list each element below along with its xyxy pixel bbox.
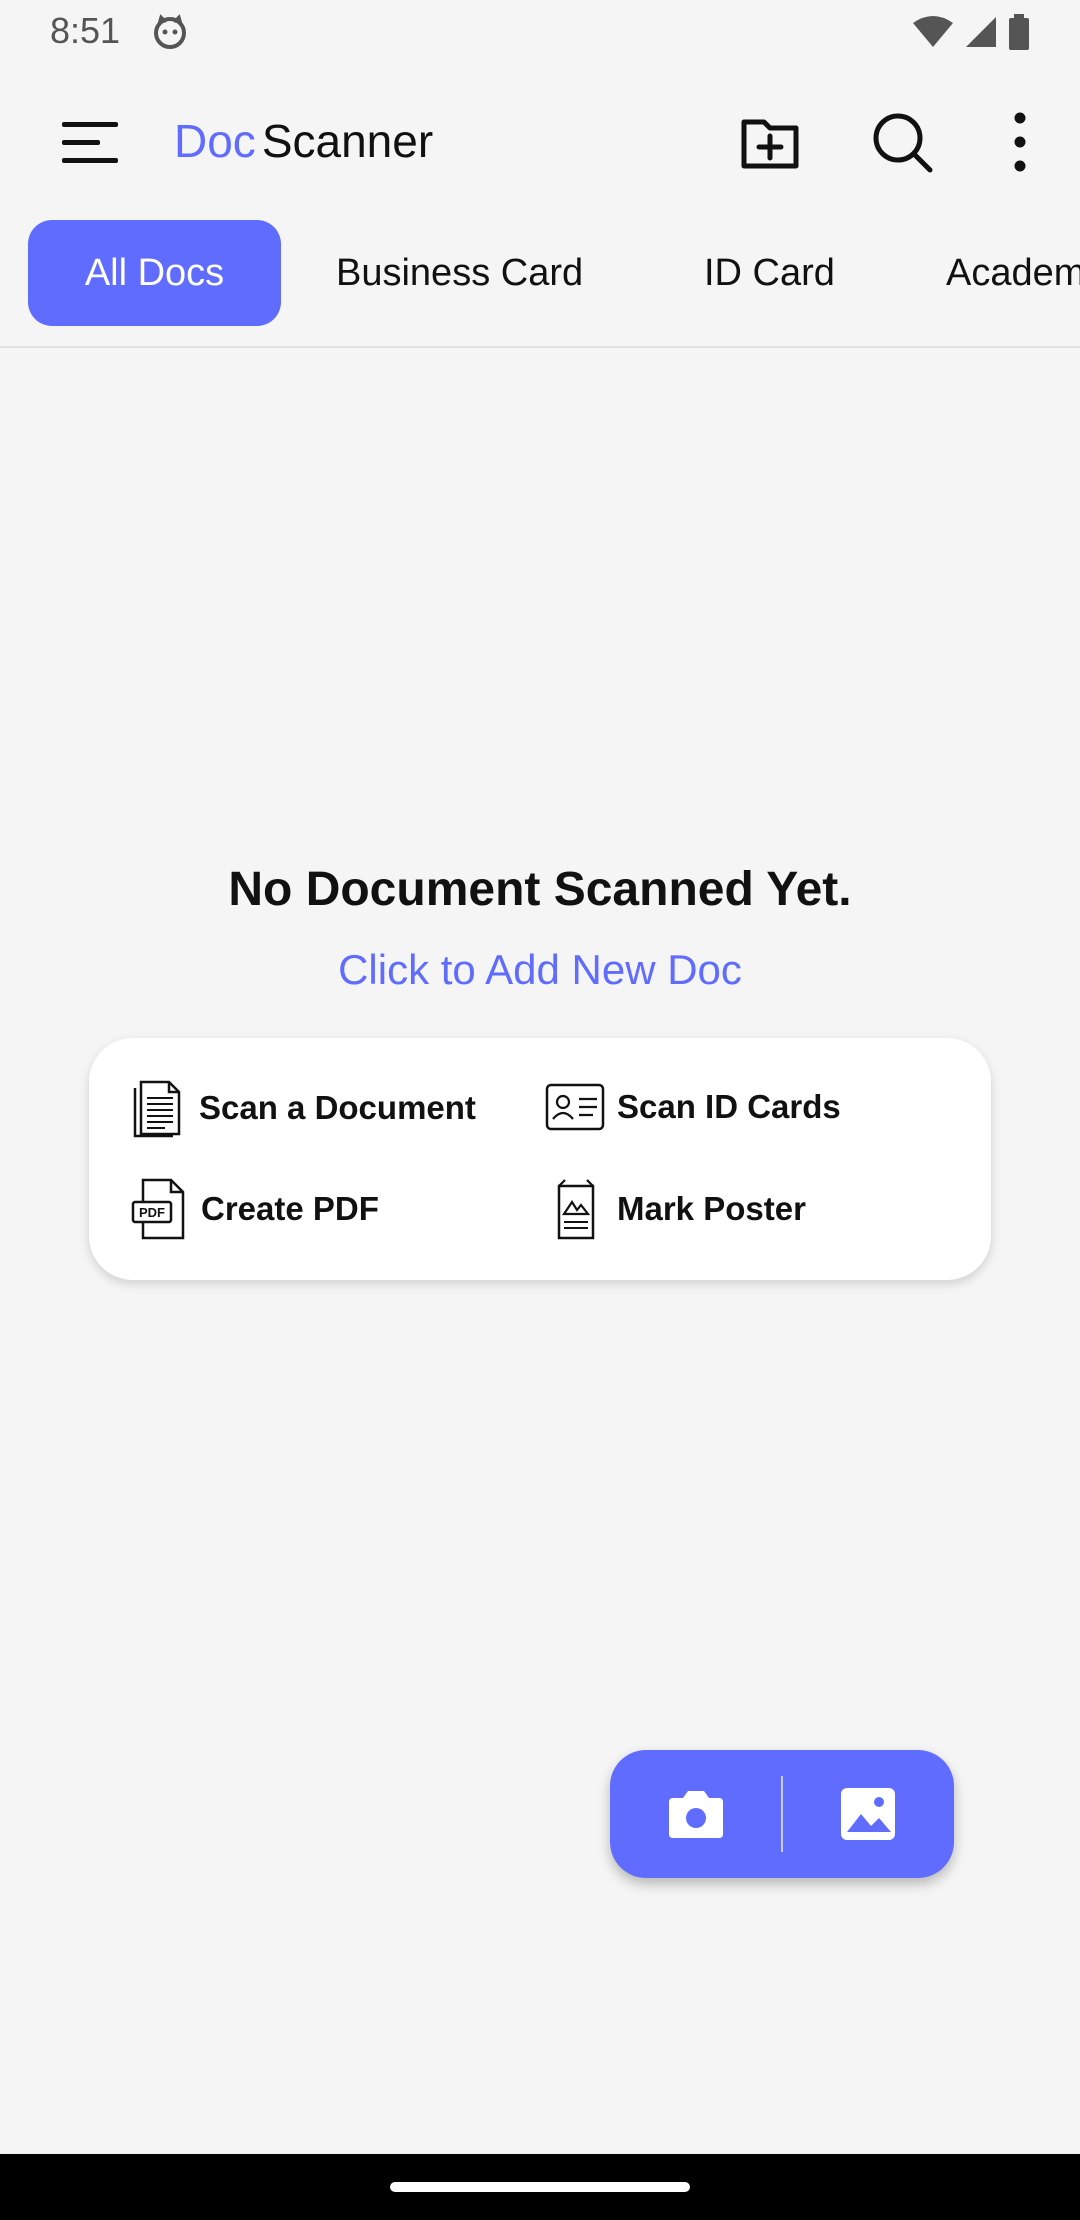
id-card-icon [545,1083,605,1131]
create-pdf-button[interactable]: PDF Create PDF [131,1178,379,1240]
notification-cat-icon [154,14,186,49]
scan-id-cards-button[interactable]: Scan ID Cards [545,1083,841,1131]
pdf-icon-text: PDF [139,1205,165,1220]
scan-document-label: Scan a Document [199,1089,476,1126]
search-icon[interactable] [866,106,938,178]
poster-icon [557,1179,595,1240]
app-title-scanner: Scanner [261,115,434,167]
pdf-icon: PDF [131,1178,185,1240]
status-icons [912,14,1030,50]
tab-id-card[interactable]: ID Card [704,220,835,326]
empty-state-title: No Document Scanned Yet. [228,863,852,916]
capture-fab [610,1750,954,1878]
navigation-bar [0,2154,1080,2220]
app-title-doc: Doc [174,115,256,167]
mark-poster-button[interactable]: Mark Poster [545,1178,806,1240]
category-tabs: All Docs Business Card ID Card Academic [0,218,1080,348]
gallery-button[interactable] [782,1750,954,1878]
status-bar: 8:51 [0,0,1080,66]
home-gesture-handle[interactable] [390,2182,690,2192]
quick-actions-card: Scan a Document Scan ID Cards PDF Create… [89,1038,991,1280]
create-pdf-label: Create PDF [201,1190,379,1227]
battery-icon [1009,14,1029,50]
status-time: 8:51 [50,10,121,51]
wifi-icon [913,16,953,47]
camera-icon [669,1791,723,1838]
signal-icon [966,17,996,47]
more-vert-icon[interactable] [984,106,1056,178]
tab-business-card[interactable]: Business Card [336,220,583,326]
gallery-icon [841,1788,895,1840]
scan-id-cards-label: Scan ID Cards [617,1088,841,1125]
camera-button[interactable] [610,1750,782,1878]
menu-icon[interactable] [52,112,122,174]
tab-all-docs[interactable]: All Docs [28,220,281,326]
document-icon [133,1080,181,1138]
mark-poster-label: Mark Poster [617,1190,806,1227]
scan-document-button[interactable]: Scan a Document [131,1078,476,1138]
app-bar: Doc Scanner [0,66,1080,218]
new-folder-icon[interactable] [734,106,806,178]
add-new-doc-link[interactable]: Click to Add New Doc [0,946,1080,994]
tab-academic[interactable]: Academic [946,220,1080,326]
app-title: Doc Scanner [174,114,433,168]
